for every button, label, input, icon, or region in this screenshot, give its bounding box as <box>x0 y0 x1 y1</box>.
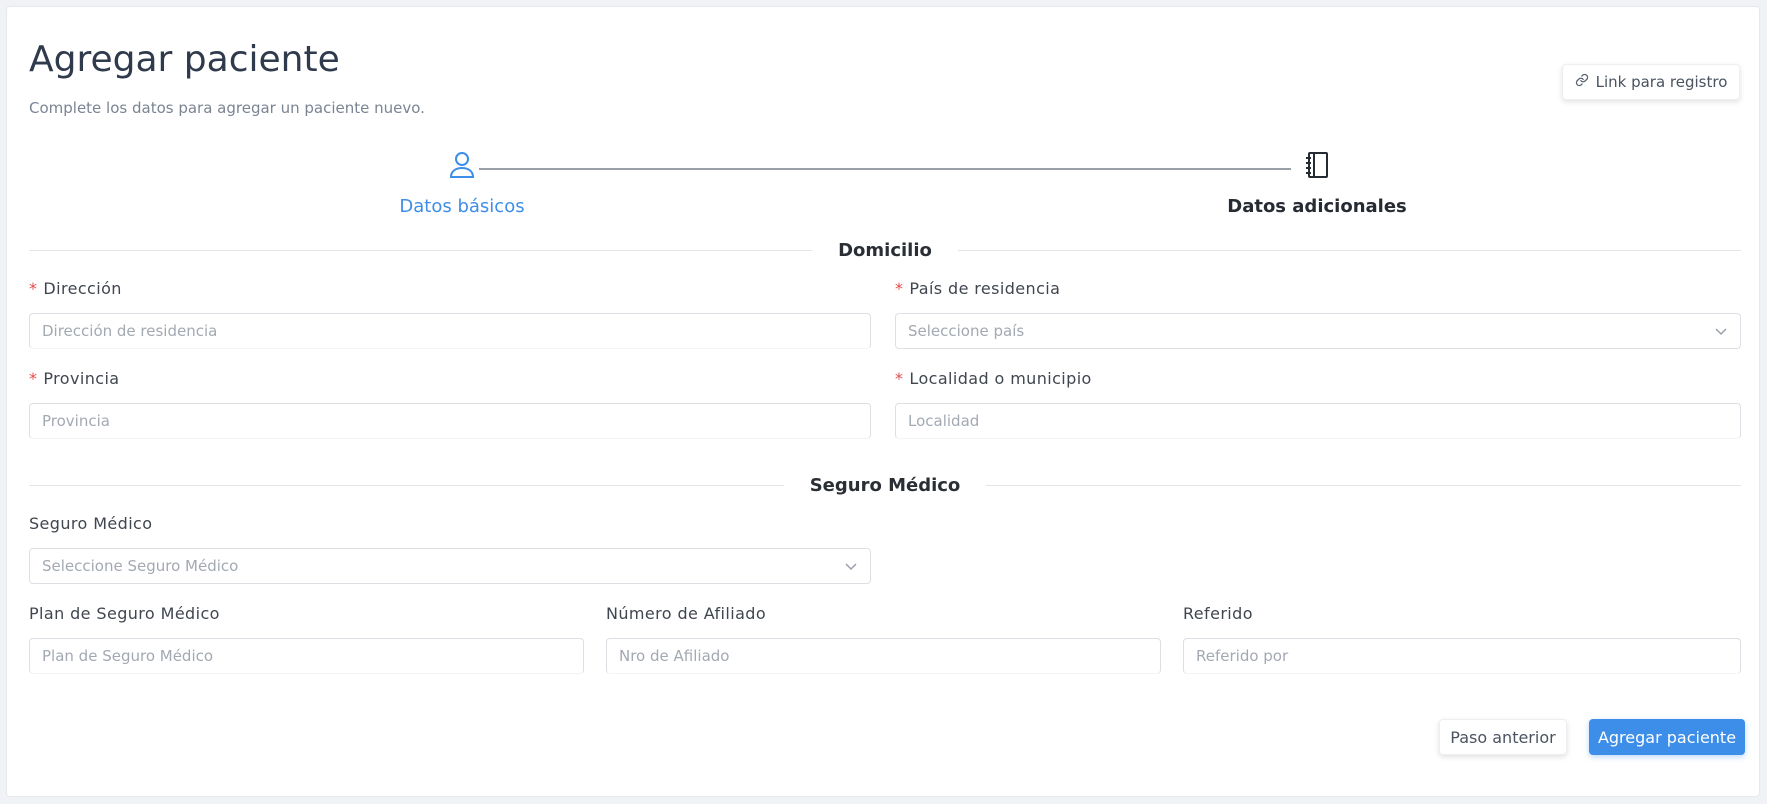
register-link-label: Link para registro <box>1595 73 1728 91</box>
plan-field-group: Plan de Seguro Médico Plan de Seguro Méd… <box>29 604 584 674</box>
step-additional-data-label: Datos adicionales <box>1227 196 1407 217</box>
chevron-down-icon <box>844 559 858 577</box>
referred-input[interactable]: Referido por <box>1183 638 1741 674</box>
insurance-label: Seguro Médico <box>29 514 153 533</box>
referred-field-group: Referido Referido por <box>1183 604 1741 674</box>
plan-label: Plan de Seguro Médico <box>29 604 220 623</box>
country-select[interactable]: Seleccione país <box>895 313 1741 349</box>
member-number-label: Número de Afiliado <box>606 604 767 623</box>
country-label: * País de residencia <box>895 279 1061 298</box>
step-basic-data-label: Datos básicos <box>399 196 525 217</box>
plan-input[interactable]: Plan de Seguro Médico <box>29 638 584 674</box>
locality-input[interactable]: Localidad <box>895 403 1741 439</box>
previous-step-button[interactable]: Paso anterior <box>1439 719 1567 755</box>
add-patient-button[interactable]: Agregar paciente <box>1589 719 1745 755</box>
member-number-input[interactable]: Nro de Afiliado <box>606 638 1161 674</box>
locality-field-group: * Localidad o municipio Localidad <box>895 369 1741 439</box>
referred-label: Referido <box>1183 604 1253 623</box>
page-subtitle: Complete los datos para agregar un pacie… <box>29 99 425 117</box>
section-divider-address: Domicilio <box>29 238 1741 262</box>
stepper-line <box>479 168 1291 170</box>
member-number-field-group: Número de Afiliado Nro de Afiliado <box>606 604 1161 674</box>
section-divider-insurance: Seguro Médico <box>29 473 1741 497</box>
province-input[interactable]: Provincia <box>29 403 871 439</box>
country-field-group: * País de residencia Seleccione país <box>895 279 1741 349</box>
insurance-field-group: Seguro Médico Seleccione Seguro Médico <box>29 514 871 584</box>
province-label: * Provincia <box>29 369 120 388</box>
section-title-insurance: Seguro Médico <box>809 474 961 496</box>
link-icon <box>1575 73 1589 91</box>
section-title-address: Domicilio <box>838 239 932 261</box>
chevron-down-icon <box>1714 324 1728 342</box>
insurance-select[interactable]: Seleccione Seguro Médico <box>29 548 871 584</box>
user-icon <box>449 151 475 181</box>
page-title: Agregar paciente <box>29 39 340 80</box>
form-card: Agregar paciente Complete los datos para… <box>6 6 1760 797</box>
step-basic-data[interactable]: Datos básicos <box>387 151 537 217</box>
locality-label: * Localidad o municipio <box>895 369 1092 388</box>
province-field-group: * Provincia Provincia <box>29 369 871 439</box>
address-field-group: * Dirección Dirección de residencia <box>29 279 871 349</box>
address-label: * Dirección <box>29 279 122 298</box>
stepper: Datos básicos Datos adicionales <box>7 151 1759 221</box>
step-additional-data[interactable]: Datos adicionales <box>1217 151 1417 217</box>
notebook-icon <box>1305 151 1329 181</box>
address-input[interactable]: Dirección de residencia <box>29 313 871 349</box>
register-link-button[interactable]: Link para registro <box>1562 64 1740 100</box>
